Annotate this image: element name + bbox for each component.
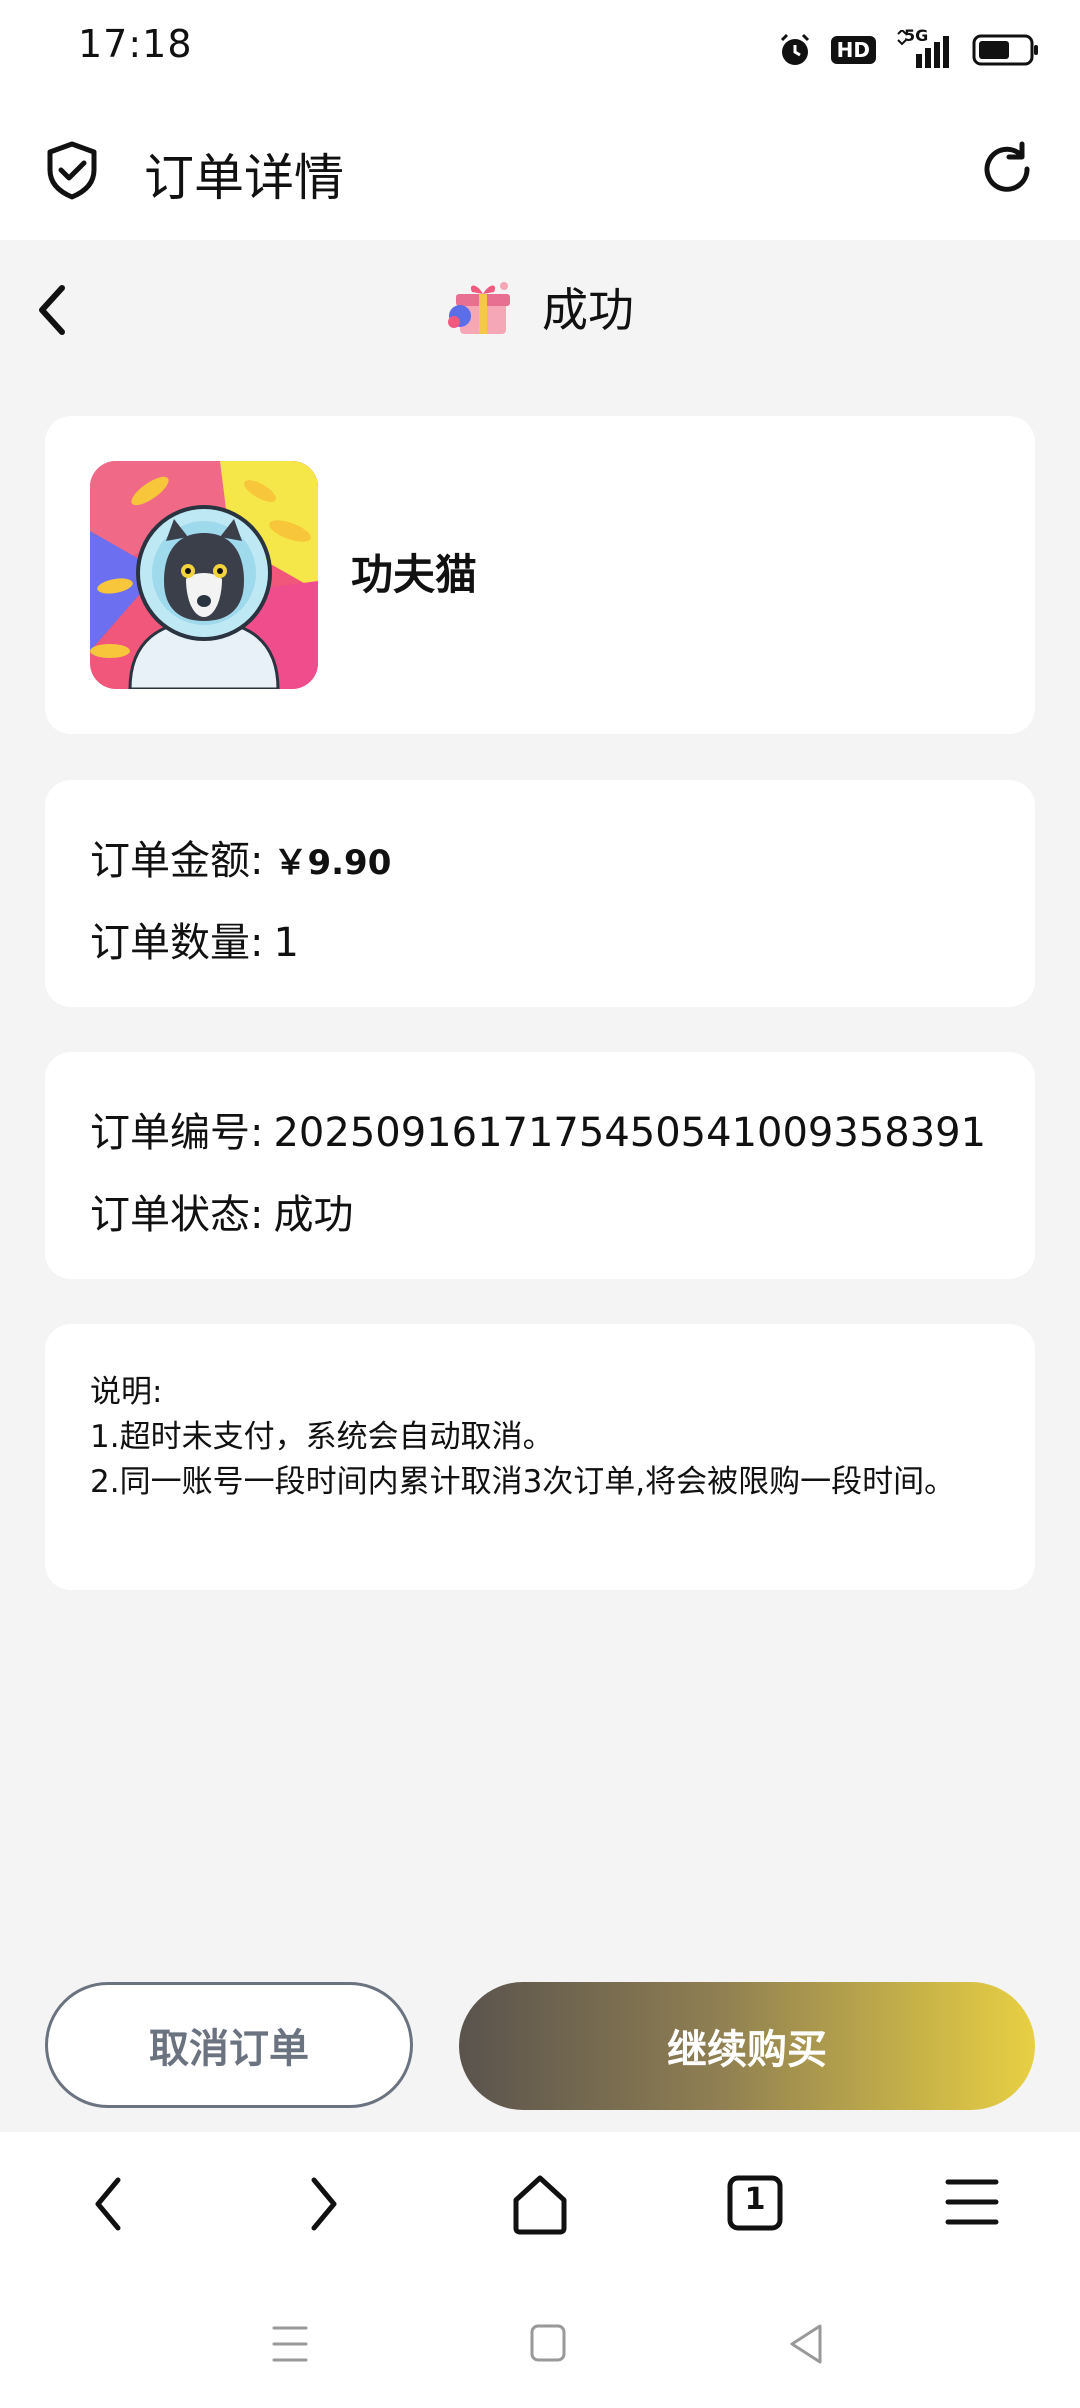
battery-icon [972,34,1038,66]
quantity-label: 订单数量: [90,920,264,966]
order-number-label: 订单编号: [90,1110,264,1156]
menu-icon[interactable] [944,2172,1000,2232]
shield-check-icon[interactable] [44,140,100,200]
notes-card: 说明: 1.超时未支付，系统会自动取消。 2.同一账号一段时间内累计取消3次订单… [45,1324,1035,1590]
continue-buying-button[interactable]: 继续购买 [459,1982,1035,2110]
order-info-card: 订单编号: 2025091617175450541009358391 订单状态:… [45,1052,1035,1279]
back-nav-icon[interactable] [786,2322,826,2366]
amount-row: 订单金额: ￥9.90 [90,828,391,886]
tab-count: 1 [744,2182,766,2217]
notes-line-1: 1.超时未支付，系统会自动取消。 [90,1419,554,1455]
gift-icon [448,282,510,334]
quantity-row: 订单数量: 1 [90,910,299,968]
notes-line-2: 2.同一账号一段时间内累计取消3次订单,将会被限购一段时间。 [90,1464,956,1500]
home-icon[interactable] [510,2172,570,2236]
quantity-value: 1 [273,920,299,966]
cancel-order-button[interactable]: 取消订单 [45,1982,413,2108]
status-icons: HD 5G [777,26,1040,72]
tabs-button[interactable]: 1 [726,2172,786,2232]
product-card: 功夫猫 [45,416,1035,734]
order-status-row: 订单状态: 成功 [90,1182,353,1240]
signal-icon: 5G [894,26,954,70]
recent-apps-icon[interactable] [270,2322,310,2366]
notes-text: 说明: 1.超时未支付，系统会自动取消。 2.同一账号一段时间内累计取消3次订单… [90,1370,990,1505]
order-status-value: 成功 [273,1192,354,1238]
order-status-label: 订单状态: [90,1192,264,1238]
order-number-value: 2025091617175450541009358391 [273,1110,987,1156]
product-name: 功夫猫 [351,550,478,599]
browser-back-icon[interactable] [88,2172,128,2236]
amount-card: 订单金额: ￥9.90 订单数量: 1 [45,780,1035,1007]
amount-label: 订单金额: [90,838,264,884]
notes-title: 说明: [90,1374,163,1410]
order-number-row: 订单编号: 2025091617175450541009358391 [90,1100,986,1158]
page-title: 成功 [542,283,634,337]
browser-top-bar: 订单详情 [0,100,1080,240]
amount-value: ￥9.90 [273,843,392,883]
page-title-group: 成功 [0,274,1080,340]
alarm-icon [780,33,809,65]
status-time: 17:18 [78,22,193,66]
home-nav-icon[interactable] [528,2322,568,2366]
hd-badge: HD [830,36,876,64]
product-thumbnail [90,461,318,689]
browser-bottom-nav: 1 [0,2132,1080,2282]
browser-title: 订单详情 [144,149,344,207]
status-bar: 17:18 HD 5G [0,0,1080,100]
browser-forward-icon[interactable] [304,2172,344,2236]
system-nav-bar [0,2282,1080,2408]
refresh-icon[interactable] [978,140,1036,198]
page-header: 成功 [0,240,1080,380]
